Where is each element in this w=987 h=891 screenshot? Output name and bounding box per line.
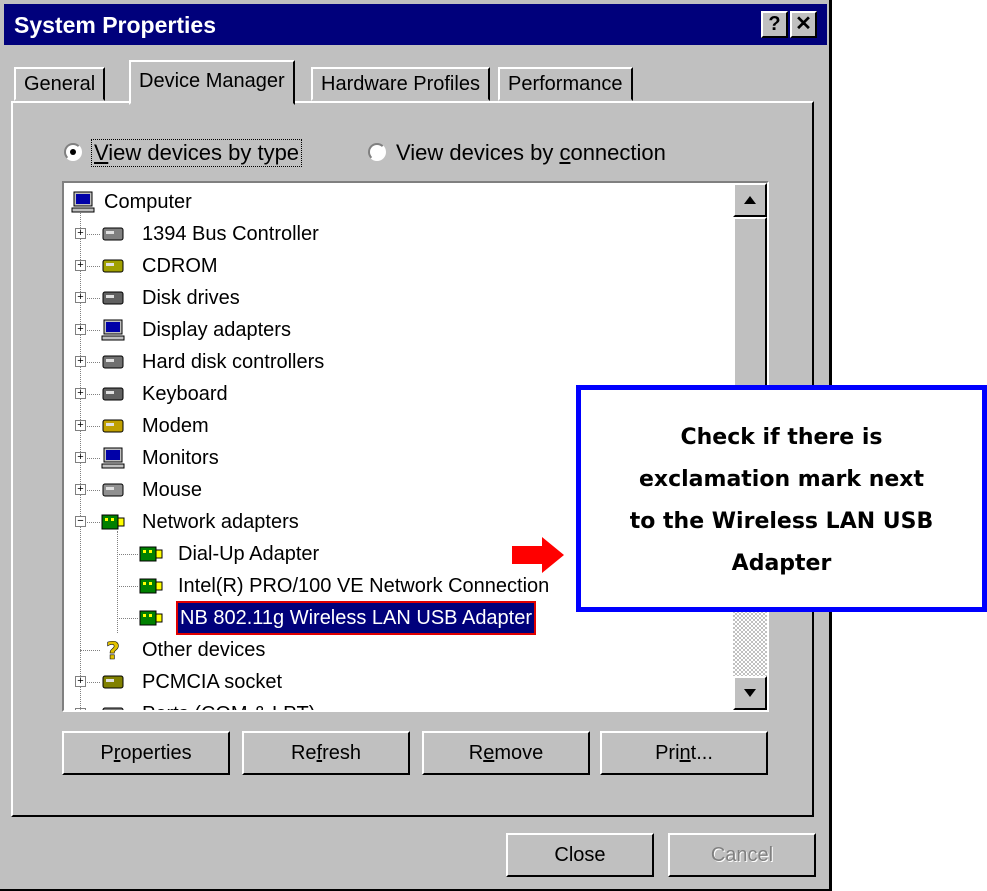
expand-icon[interactable]: + — [75, 420, 86, 431]
tab-device-manager[interactable]: Device Manager — [129, 60, 295, 105]
monitor-icon — [101, 447, 125, 469]
tree-line — [117, 618, 138, 619]
expand-icon[interactable]: + — [75, 292, 86, 303]
view-by-connection-label: View devices by connection — [396, 140, 666, 165]
close-window-button[interactable]: ✕ — [790, 11, 817, 38]
callout-line: Adapter — [731, 551, 832, 576]
expand-icon[interactable]: + — [75, 228, 86, 239]
device-label: Other devices — [142, 639, 266, 661]
device-label: Disk drives — [142, 287, 240, 309]
hard-disk-controller-icon — [102, 355, 124, 369]
device-tree-row[interactable]: +1394 Bus Controller — [64, 219, 733, 249]
callout-text: Check if there is exclamation mark next … — [581, 417, 982, 585]
help-button[interactable]: ? — [761, 11, 788, 38]
keyboard-icon — [102, 387, 124, 401]
refresh-button[interactable]: Refresh — [242, 731, 410, 775]
network-adapter-icon — [139, 610, 163, 626]
expand-icon[interactable]: + — [75, 356, 86, 367]
device-tree-row[interactable]: + CDROM — [64, 251, 733, 281]
device-tree-row[interactable]: + Disk drives — [64, 283, 733, 313]
cancel-button[interactable]: Cancel — [668, 833, 816, 877]
device-label: 1394 Bus Controller — [142, 223, 319, 245]
remove-button[interactable]: Remove — [422, 731, 590, 775]
device-label: Monitors — [142, 447, 219, 469]
expand-icon[interactable]: + — [75, 708, 86, 710]
question-icon: ? — [106, 638, 121, 662]
device-tree-row[interactable]: ? Other devices — [64, 635, 733, 665]
radio-selected-dot — [70, 149, 76, 155]
bus-controller-icon — [102, 227, 124, 241]
device-tree-row[interactable]: + Ports (COM & LPT) — [64, 699, 733, 710]
mouse-icon — [102, 483, 124, 497]
device-label: PCMCIA socket — [142, 671, 283, 693]
scroll-down-button[interactable] — [733, 676, 767, 710]
tab-performance[interactable]: Performance — [498, 67, 633, 101]
close-button[interactable]: Close — [506, 833, 654, 877]
expand-icon[interactable]: + — [75, 260, 86, 271]
selected-device-label: NB 802.11g Wireless LAN USB Adapter — [175, 601, 537, 635]
device-tree-row[interactable]: + Display adapters — [64, 315, 733, 345]
display-adapter-icon — [101, 319, 125, 341]
network-adapter-icon — [139, 578, 163, 594]
expand-icon[interactable]: + — [75, 484, 86, 495]
device-tree-row[interactable]: Computer — [64, 187, 733, 217]
device-label: Network adapters — [142, 511, 299, 533]
instruction-callout: Check if there is exclamation mark next … — [576, 385, 987, 612]
properties-button[interactable]: Properties — [62, 731, 230, 775]
pcmcia-icon — [102, 675, 124, 689]
expand-icon[interactable]: + — [75, 676, 86, 687]
tree-line — [117, 554, 138, 555]
window-title: System Properties — [14, 12, 216, 38]
modem-icon — [102, 419, 124, 433]
callout-line: exclamation mark next — [638, 467, 924, 492]
device-tree-row[interactable]: + PCMCIA socket — [64, 667, 733, 697]
device-label: Keyboard — [142, 383, 228, 405]
arrow-down-icon — [744, 689, 756, 697]
tree-line — [80, 650, 100, 651]
callout-line: to the Wireless LAN USB — [629, 509, 934, 534]
device-tree-row[interactable]: + Hard disk controllers — [64, 347, 733, 377]
tab-general[interactable]: General — [14, 67, 106, 101]
print-button[interactable]: Print... — [600, 731, 768, 775]
device-label: Intel(R) PRO/100 VE Network Connection — [178, 575, 550, 597]
arrow-up-icon — [744, 196, 756, 204]
port-icon — [102, 707, 124, 710]
network-adapter-icon — [101, 514, 125, 530]
expand-icon[interactable]: + — [75, 452, 86, 463]
device-label: Hard disk controllers — [142, 351, 325, 373]
expand-icon[interactable]: + — [75, 324, 86, 335]
svg-text:?: ? — [106, 638, 120, 662]
cdrom-icon — [102, 259, 124, 273]
computer-icon — [71, 191, 95, 213]
tab-hardware-profiles[interactable]: Hardware Profiles — [311, 67, 490, 101]
device-label: Dial-Up Adapter — [178, 543, 320, 565]
tree-line — [117, 586, 138, 587]
expand-icon[interactable]: + — [75, 388, 86, 399]
device-label: CDROM — [142, 255, 218, 277]
device-label: Computer — [104, 191, 192, 213]
view-by-type-label: View devices by type — [90, 139, 303, 167]
device-label: Modem — [142, 415, 209, 437]
radio-circle — [368, 143, 386, 161]
collapse-icon[interactable]: − — [75, 516, 86, 527]
device-label: Ports (COM & LPT) — [142, 699, 315, 710]
device-label: Mouse — [142, 479, 203, 501]
radio-circle — [64, 143, 82, 161]
callout-line: Check if there is — [680, 425, 883, 450]
network-adapter-icon — [139, 546, 163, 562]
title-bar[interactable]: System Properties ? ✕ — [4, 4, 827, 45]
device-label: Display adapters — [142, 319, 291, 341]
red-arrow-icon — [512, 537, 564, 573]
disk-drive-icon — [102, 291, 124, 305]
scroll-up-button[interactable] — [733, 183, 767, 217]
